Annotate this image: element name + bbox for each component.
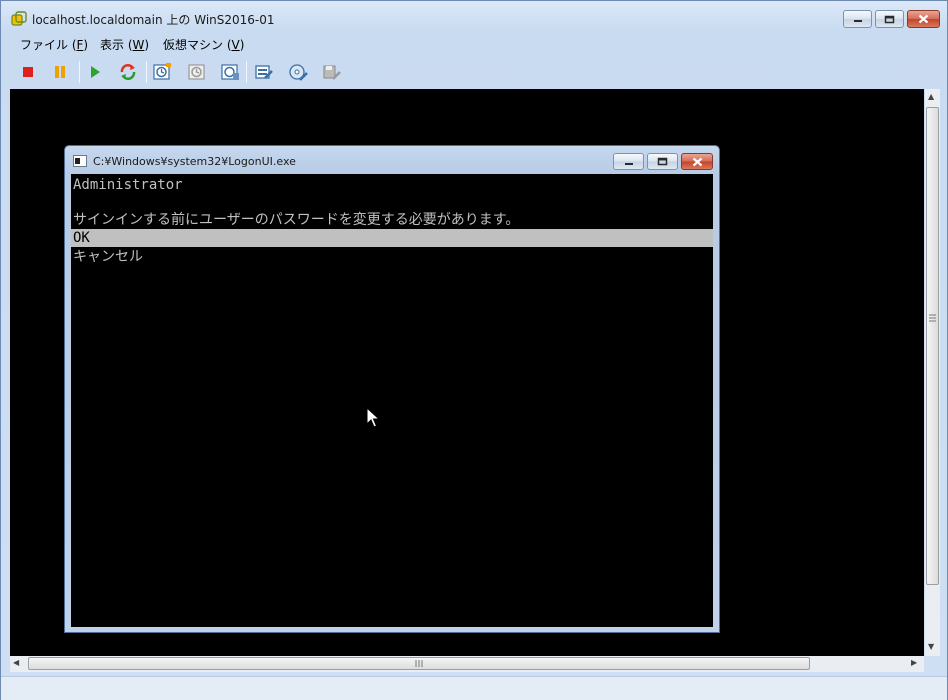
vm-console-window: localhost.localdomain 上の WinS2016-01 ファイ… (0, 0, 948, 700)
stop-icon (23, 67, 33, 77)
scroll-down-icon[interactable]: ▼ (928, 642, 934, 651)
reset-button[interactable] (116, 60, 140, 84)
pause-icon (55, 66, 65, 78)
menu-file[interactable]: ファイル (F) (20, 36, 88, 53)
vm-settings-icon (255, 65, 273, 79)
close-icon (918, 14, 929, 24)
inner-maximize-button[interactable] (647, 153, 678, 170)
minimize-icon (853, 20, 862, 22)
vsphere-app-icon (11, 11, 27, 27)
toolbar (1, 57, 947, 87)
horizontal-scrollbar[interactable]: ◀ ▶ (10, 656, 924, 672)
floppy-drive-icon (323, 65, 341, 80)
scroll-right-icon[interactable]: ▶ (911, 658, 917, 667)
power-on-button[interactable] (83, 60, 107, 84)
toolbar-separator (79, 61, 80, 83)
grip-icon (415, 660, 423, 667)
revert-snapshot-icon (188, 64, 205, 80)
close-icon (692, 157, 702, 166)
title-bar[interactable]: localhost.localdomain 上の WinS2016-01 (1, 1, 947, 33)
menu-view[interactable]: 表示 (W) (100, 36, 149, 53)
logonui-window: C:¥Windows¥system32¥LogonUI.exe Administ… (64, 145, 720, 633)
grip-icon (929, 314, 936, 322)
window-title: localhost.localdomain 上の WinS2016-01 (32, 13, 275, 27)
console-text-area[interactable]: Administrator サインインする前にユーザーのパスワードを変更する必要… (71, 174, 713, 627)
status-bar (1, 676, 947, 700)
maximize-icon (657, 157, 668, 166)
close-button[interactable] (907, 10, 940, 28)
password-change-message: サインインする前にユーザーのパスワードを変更する必要があります。 (73, 212, 520, 228)
snapshot-icon (153, 63, 171, 80)
cancel-option[interactable]: キャンセル (73, 248, 143, 266)
maximize-button[interactable] (875, 10, 904, 28)
vm-settings-button[interactable] (252, 60, 276, 84)
toolbar-separator (146, 61, 147, 83)
console-app-icon (73, 155, 87, 167)
scroll-left-icon[interactable]: ◀ (13, 658, 19, 667)
cd-drive-icon (289, 64, 308, 81)
play-icon (91, 66, 100, 78)
revert-snapshot-button[interactable] (185, 60, 209, 84)
cd-dvd-button[interactable] (286, 60, 310, 84)
mouse-cursor-icon (366, 407, 380, 428)
restore-icon (884, 15, 895, 23)
inner-minimize-button[interactable] (613, 153, 644, 170)
menu-bar: ファイル (F) 表示 (W) 仮想マシン (V) (1, 33, 947, 55)
take-snapshot-button[interactable] (150, 60, 174, 84)
floppy-button[interactable] (320, 60, 344, 84)
inner-close-button[interactable] (681, 153, 713, 170)
snapshot-manager-button[interactable] (218, 60, 242, 84)
scroll-up-icon[interactable]: ▲ (928, 92, 934, 101)
logonui-window-title: C:¥Windows¥system32¥LogonUI.exe (93, 155, 296, 168)
suspend-button[interactable] (48, 60, 72, 84)
vertical-scrollbar[interactable]: ▲ ▼ (925, 89, 940, 656)
minimize-icon (624, 162, 633, 165)
snapshot-manager-icon (221, 64, 239, 80)
username-text: Administrator (73, 177, 183, 193)
menu-vm[interactable]: 仮想マシン (V) (163, 36, 244, 53)
vertical-scroll-thumb[interactable] (926, 107, 939, 585)
power-off-button[interactable] (16, 60, 40, 84)
minimize-button[interactable] (843, 10, 872, 28)
reset-icon (120, 64, 136, 80)
horizontal-scroll-thumb[interactable] (28, 657, 810, 670)
toolbar-separator (246, 61, 247, 83)
ok-option[interactable]: OK (71, 229, 713, 247)
